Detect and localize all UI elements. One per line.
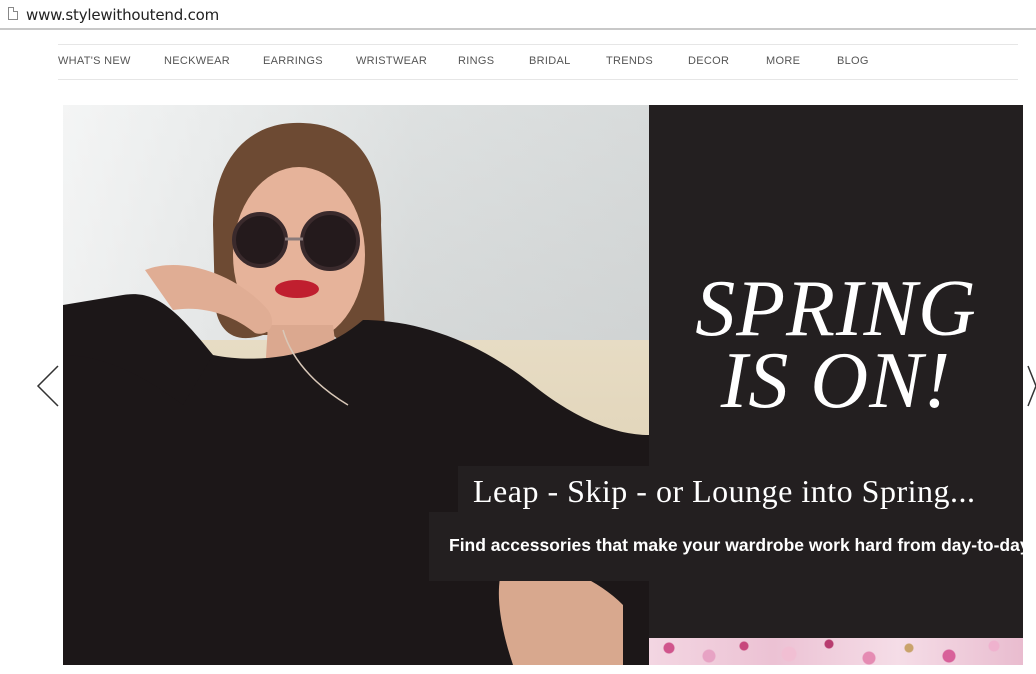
headline-line-1: SPRING bbox=[695, 265, 977, 353]
nav-item-neckwear[interactable]: NECKWEAR bbox=[164, 55, 230, 67]
main-nav: WHAT'S NEW NECKWEAR EARRINGS WRISTWEAR R… bbox=[58, 44, 1018, 80]
paisley-pattern bbox=[649, 638, 1023, 665]
nav-item-wristwear[interactable]: WRISTWEAR bbox=[356, 55, 427, 67]
hero-banner[interactable]: SPRING IS ON! Leap - Skip - or Lounge in… bbox=[63, 105, 1023, 665]
chevron-left-icon[interactable] bbox=[36, 364, 60, 408]
model-illustration bbox=[63, 122, 649, 665]
page-icon bbox=[8, 7, 18, 20]
nav-item-trends[interactable]: TRENDS bbox=[606, 55, 653, 67]
hero-tagline: Leap - Skip - or Lounge into Spring... bbox=[473, 473, 976, 509]
hero-subtext: Find accessories that make your wardrobe… bbox=[449, 535, 1023, 555]
nav-item-more[interactable]: MORE bbox=[766, 55, 800, 67]
nav-item-bridal[interactable]: BRIDAL bbox=[529, 55, 571, 67]
hero-headline: SPRING IS ON! bbox=[649, 265, 1023, 425]
nav-item-whats-new[interactable]: WHAT'S NEW bbox=[58, 55, 131, 67]
chevron-right-icon[interactable] bbox=[1027, 364, 1036, 408]
nav-item-earrings[interactable]: EARRINGS bbox=[263, 55, 323, 67]
nav-item-decor[interactable]: DECOR bbox=[688, 55, 729, 67]
url-text[interactable]: www.stylewithoutend.com bbox=[26, 6, 219, 24]
hero-photo bbox=[63, 105, 649, 665]
nav-item-rings[interactable]: RINGS bbox=[458, 55, 494, 67]
address-bar[interactable]: www.stylewithoutend.com bbox=[0, 0, 1036, 30]
headline-line-2: IS ON! bbox=[720, 337, 952, 425]
nav-item-blog[interactable]: BLOG bbox=[837, 55, 869, 67]
